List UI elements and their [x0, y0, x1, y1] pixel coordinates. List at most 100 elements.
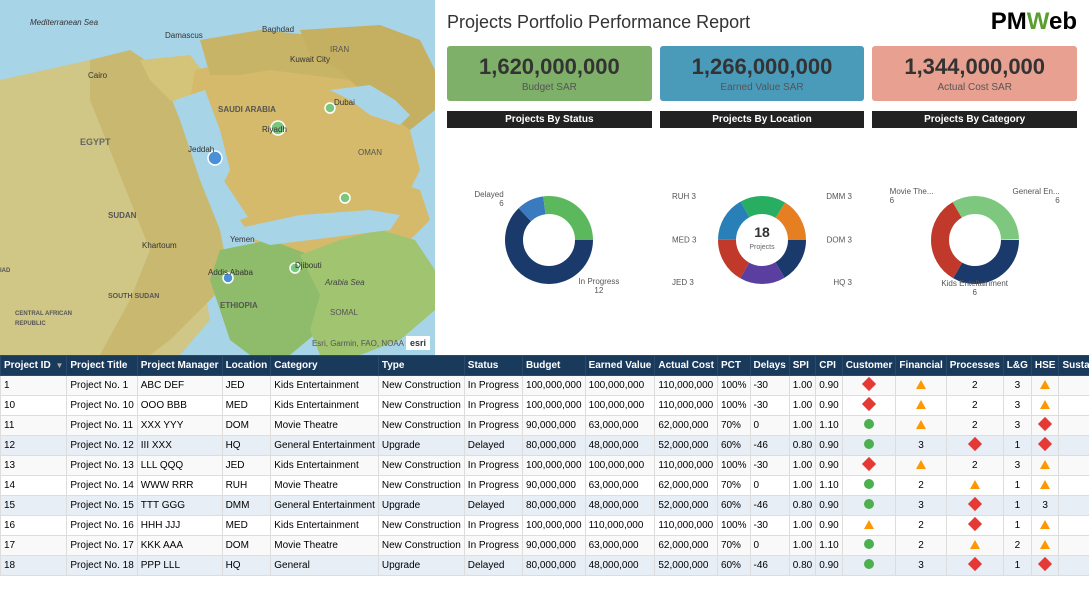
status-label-delayed: Delayed6 [474, 190, 503, 208]
cell-budget: 90,000,000 [522, 536, 585, 556]
col-header-hse[interactable]: HSE [1031, 356, 1059, 376]
cell-delays: 0 [750, 416, 789, 436]
col-header-spi[interactable]: SPI [789, 356, 815, 376]
cell-sustain: 1 [1059, 396, 1089, 416]
cell-type: New Construction [378, 456, 464, 476]
cell-financial [896, 376, 946, 396]
map-label-kuwait: Kuwait City [290, 55, 330, 64]
table-row[interactable]: 14 Project No. 14 WWW RRR RUH Movie Thea… [1, 476, 1089, 496]
map-label-cairo: Cairo [88, 71, 108, 80]
cell-title: Project No. 17 [67, 536, 137, 556]
cell-id: 14 [1, 476, 67, 496]
report-header: Projects Portfolio Performance Report PM… [447, 8, 1077, 36]
cell-processes [946, 536, 1003, 556]
cell-title: Project No. 18 [67, 556, 137, 576]
cell-processes [946, 436, 1003, 456]
col-header-location[interactable]: Location [222, 356, 271, 376]
col-header-actual[interactable]: Actual Cost [655, 356, 718, 376]
cell-financial: 2 [896, 536, 946, 556]
loc-label-dmm: DMM 3 [826, 192, 852, 201]
cell-id: 1 [1, 376, 67, 396]
map-label-khartoum: Khartoum [142, 241, 177, 250]
cell-location: DOM [222, 416, 271, 436]
cell-delays: 0 [750, 476, 789, 496]
cell-manager: TTT GGG [137, 496, 222, 516]
table-row[interactable]: 13 Project No. 13 LLL QQQ JED Kids Enter… [1, 456, 1089, 476]
col-header-sustain[interactable]: Sustain ability [1059, 356, 1089, 376]
cell-hse [1031, 516, 1059, 536]
cell-id: 16 [1, 516, 67, 536]
col-header-earned[interactable]: Earned Value [585, 356, 655, 376]
col-header-financial[interactable]: Financial [896, 356, 946, 376]
cell-id: 12 [1, 436, 67, 456]
loc-label-hq: HQ 3 [833, 278, 852, 287]
loc-label-jed: JED 3 [672, 278, 694, 287]
cell-customer [842, 556, 896, 576]
cell-title: Project No. 10 [67, 396, 137, 416]
cell-location: HQ [222, 556, 271, 576]
cell-status: In Progress [464, 456, 522, 476]
cell-title: Project No. 14 [67, 476, 137, 496]
col-header-customer[interactable]: Customer [842, 356, 896, 376]
cell-location: JED [222, 456, 271, 476]
cell-processes: 2 [946, 396, 1003, 416]
cell-category: Movie Theatre [271, 476, 379, 496]
cell-earned: 48,000,000 [585, 436, 655, 456]
table-row[interactable]: 10 Project No. 10 OOO BBB MED Kids Enter… [1, 396, 1089, 416]
cell-type: Upgrade [378, 496, 464, 516]
cell-hse [1031, 376, 1059, 396]
cell-title: Project No. 1 [67, 376, 137, 396]
earned-value: 1,266,000,000 [672, 54, 853, 80]
cell-pct: 100% [717, 376, 750, 396]
map-label-med: Mediterranean Sea [30, 18, 99, 27]
col-header-category[interactable]: Category [271, 356, 379, 376]
cell-delays: -30 [750, 376, 789, 396]
table-row[interactable]: 15 Project No. 15 TTT GGG DMM General En… [1, 496, 1089, 516]
col-header-budget[interactable]: Budget [522, 356, 585, 376]
kpi-earned: 1,266,000,000 Earned Value SAR [660, 46, 865, 101]
cell-financial [896, 396, 946, 416]
cell-manager: KKK AAA [137, 536, 222, 556]
cell-budget: 80,000,000 [522, 436, 585, 456]
cell-financial: 3 [896, 556, 946, 576]
table-row[interactable]: 11 Project No. 11 XXX YYY DOM Movie Thea… [1, 416, 1089, 436]
cell-cpi: 0.90 [816, 376, 842, 396]
cell-financial [896, 456, 946, 476]
table-row[interactable]: 18 Project No. 18 PPP LLL HQ General Upg… [1, 556, 1089, 576]
map-label-car: CENTRAL AFRICAN [15, 311, 72, 317]
col-header-lg[interactable]: L&G [1003, 356, 1031, 376]
col-header-status[interactable]: Status [464, 356, 522, 376]
col-header-type[interactable]: Type [378, 356, 464, 376]
table-row[interactable]: 1 Project No. 1 ABC DEF JED Kids Enterta… [1, 376, 1089, 396]
cell-customer [842, 516, 896, 536]
cell-status: Delayed [464, 496, 522, 516]
table-row[interactable]: 16 Project No. 16 HHH JJJ MED Kids Enter… [1, 516, 1089, 536]
cell-location: DMM [222, 496, 271, 516]
col-header-manager[interactable]: Project Manager [137, 356, 222, 376]
cell-category: General [271, 556, 379, 576]
table-row[interactable]: 12 Project No. 12 III XXX HQ General Ent… [1, 436, 1089, 456]
col-header-cpi[interactable]: CPI [816, 356, 842, 376]
cell-actual: 62,000,000 [655, 416, 718, 436]
cell-actual: 52,000,000 [655, 496, 718, 516]
col-header-delays[interactable]: Delays [750, 356, 789, 376]
cell-lg: 1 [1003, 476, 1031, 496]
col-header-processes[interactable]: Processes [946, 356, 1003, 376]
col-header-pct[interactable]: PCT [717, 356, 750, 376]
cell-customer [842, 396, 896, 416]
col-header-title[interactable]: Project Title [67, 356, 137, 376]
cell-budget: 90,000,000 [522, 416, 585, 436]
budget-value: 1,620,000,000 [459, 54, 640, 80]
cell-spi: 0.80 [789, 496, 815, 516]
cell-customer [842, 376, 896, 396]
table-row[interactable]: 17 Project No. 17 KKK AAA DOM Movie Thea… [1, 536, 1089, 556]
cell-budget: 80,000,000 [522, 496, 585, 516]
cell-sustain: 2 [1059, 496, 1089, 516]
cell-manager: XXX YYY [137, 416, 222, 436]
table-scroll[interactable]: Project ID ▼ Project Title Project Manag… [0, 355, 1089, 602]
col-header-id[interactable]: Project ID ▼ [1, 356, 67, 376]
chart-category: Movie The...6 General En...6 Kids Entelt… [872, 132, 1077, 347]
cell-location: RUH [222, 476, 271, 496]
cell-hse [1031, 396, 1059, 416]
cell-budget: 100,000,000 [522, 396, 585, 416]
